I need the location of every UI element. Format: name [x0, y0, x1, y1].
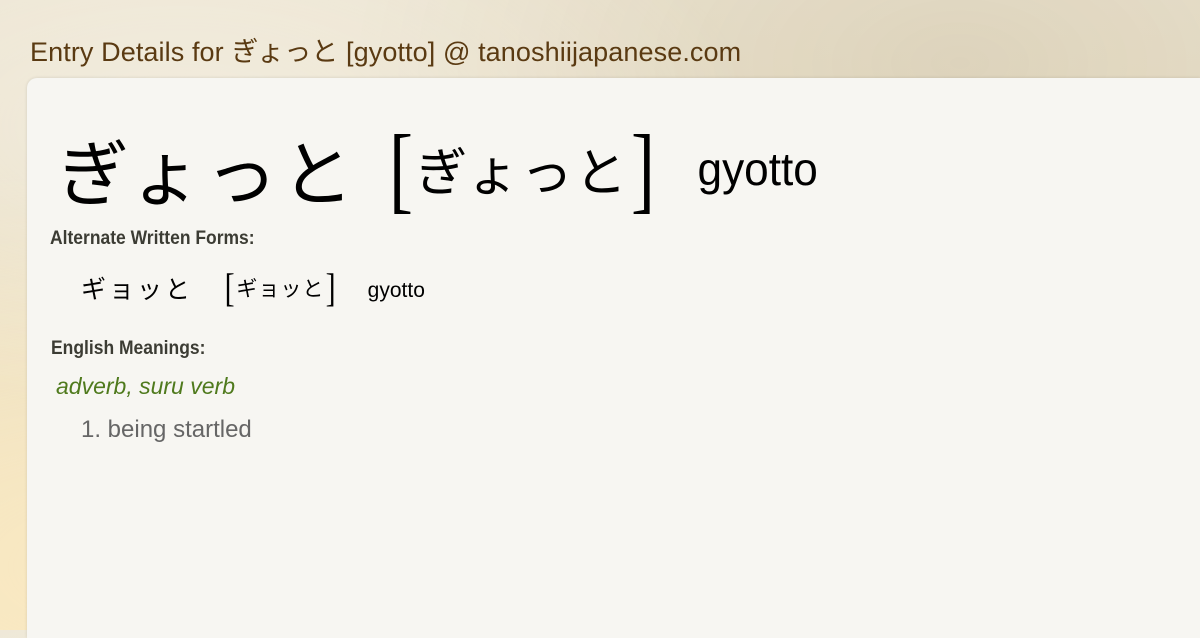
alternate-form-row: ギョッと [ ギョッと ] gyotto — [81, 268, 425, 308]
reading-bracket-open: [ — [389, 114, 414, 222]
meanings-list: 1. being startled — [81, 416, 252, 444]
entry-card: ぎょっと [ ぎょっと ] gyotto Alternate Written F… — [27, 78, 1200, 638]
alternate-forms-label: Alternate Written Forms: — [50, 228, 255, 249]
reading-kana: ぎょっと — [415, 144, 629, 204]
alternate-form-kana: ギョッと — [81, 275, 194, 304]
headword-romaji: gyotto — [697, 142, 818, 195]
reading-bracket-close: ] — [630, 114, 655, 222]
meaning-item: 1. being startled — [81, 416, 252, 443]
alternate-bracket-close: ] — [326, 265, 337, 310]
english-meanings-label: English Meanings: — [51, 338, 206, 359]
headword-kana: ぎょっと — [57, 133, 358, 217]
page-title: Entry Details for ぎょっと [gyotto] @ tanosh… — [30, 37, 742, 67]
alternate-bracket-open: [ — [224, 265, 235, 310]
part-of-speech: adverb, suru verb — [56, 373, 235, 399]
alternate-form-romaji: gyotto — [367, 279, 425, 302]
headword: ぎょっと [ ぎょっと ] gyotto — [57, 116, 820, 221]
alternate-form-reading-kana: ギョッと — [236, 277, 325, 301]
headword-reading: [ ぎょっと ] — [385, 114, 658, 222]
alternate-form-reading: [ ギョッと ] — [223, 268, 338, 308]
